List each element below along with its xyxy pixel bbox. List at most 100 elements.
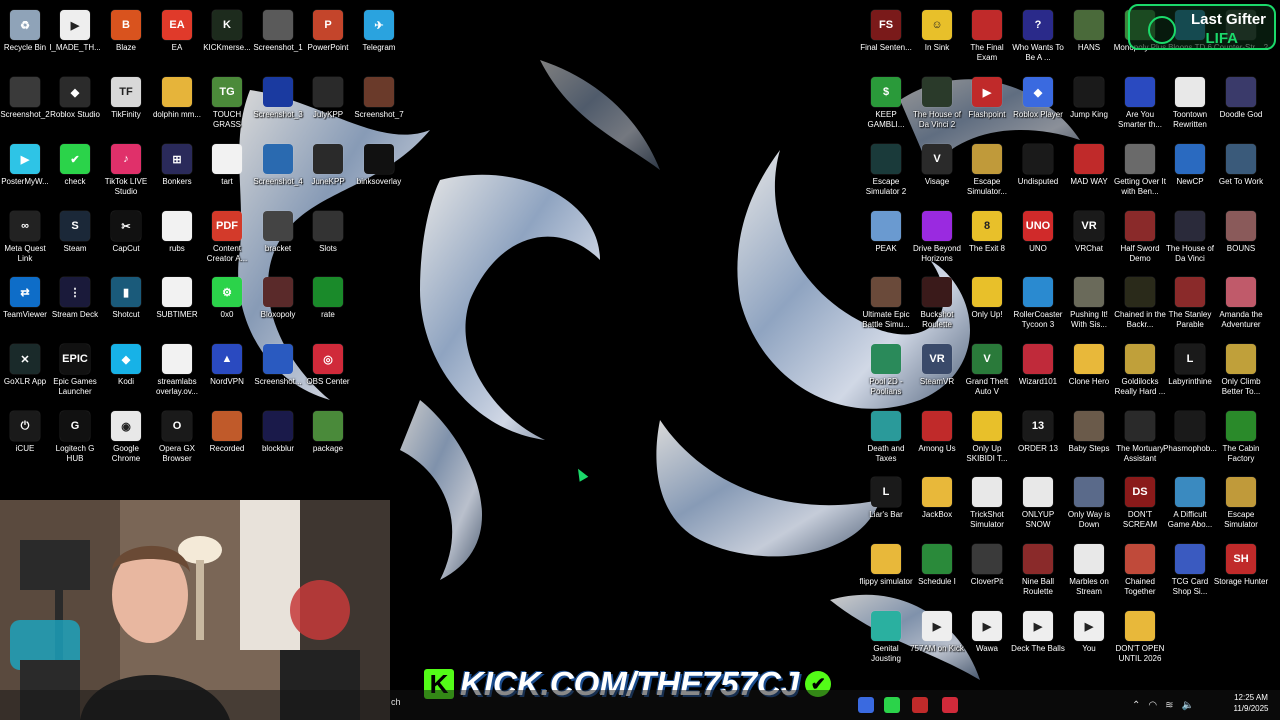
desktop-icon[interactable]: Buckshot Roulette [911,272,963,334]
desktop-icon[interactable]: The Cabin Factory [1215,406,1267,468]
desktop-icon[interactable]: RollerCoaster Tycoon 3 [1012,272,1064,334]
wifi-icon[interactable]: ≋ [1165,700,1173,711]
desktop-icon[interactable]: ♪ TikTok LIVE Studio [100,139,152,201]
desktop-icon[interactable]: Slots [302,206,354,268]
desktop-icon[interactable]: UNO UNO [1012,206,1064,268]
desktop-icon[interactable]: Marbles on Stream [1063,539,1115,601]
desktop-icon[interactable]: TrickShot Simulator [961,472,1013,534]
desktop-icon[interactable]: binksoverlay [353,139,405,201]
desktop-icon[interactable]: Recorded [201,406,253,468]
desktop-icon[interactable]: ◆ Kodi [100,339,152,401]
desktop-icon[interactable]: ◆ Roblox Player [1012,72,1064,134]
desktop-icon[interactable]: SUBTIMER [151,272,203,334]
desktop-icon[interactable]: ? Who Wants To Be A ... [1012,5,1064,67]
desktop-icon[interactable]: Only Up! [961,272,1013,334]
taskbar-app-icon[interactable] [912,697,928,713]
desktop-icon[interactable]: Baby Steps [1063,406,1115,468]
desktop-icon[interactable]: CloverPit [961,539,1013,601]
desktop-icon[interactable]: V Visage [911,139,963,201]
desktop-icon[interactable]: dolphin mm... [151,72,203,134]
desktop-icon[interactable]: Jump King [1063,72,1115,134]
taskbar-clock[interactable]: 12:25 AM 11/9/2025 [1226,692,1276,714]
desktop-icon[interactable]: JackBox [911,472,963,534]
desktop-icon[interactable]: SH Storage Hunter [1214,539,1268,601]
desktop-icon[interactable]: JulyKPP [302,72,354,134]
desktop-icon[interactable]: Only Way is Down [1063,472,1115,534]
desktop-icon[interactable]: $ KEEP GAMBLI... [860,72,912,134]
desktop-icon[interactable]: Getting Over It with Ben... [1114,139,1166,201]
desktop-icon[interactable]: ✈ Telegram [353,5,405,67]
desktop-icon[interactable]: Wizard101 [1012,339,1064,401]
desktop-icon[interactable]: EA EA [151,5,203,67]
desktop-icon[interactable]: Doodle God [1215,72,1267,134]
desktop-icon[interactable]: rate [302,272,354,334]
desktop-icon[interactable]: ⋮ Stream Deck [49,272,101,334]
desktop-icon[interactable]: Pool 2D - Poolians [860,339,912,401]
desktop-icon[interactable]: Screenshot_3 [252,72,304,134]
desktop-icon[interactable]: Bloxopoly [252,272,304,334]
taskbar-search-box[interactable]: ch [391,697,401,707]
taskbar-obs-icon[interactable] [942,697,958,713]
desktop-icon[interactable]: Screenshot... [252,339,304,401]
desktop-icon[interactable]: DS DON'T SCREAM [1114,472,1166,534]
desktop-icon[interactable]: 13 ORDER 13 [1012,406,1064,468]
desktop-icon[interactable]: Goldilocks Really Hard ... [1114,339,1166,401]
desktop-icon[interactable]: TG TOUCH GRASS [201,72,253,134]
desktop-icon[interactable]: L Liar's Bar [860,472,912,534]
desktop-icon[interactable]: P PowerPoint [302,5,354,67]
desktop-icon[interactable]: A Difficult Game Abo... [1164,472,1216,534]
desktop-icon[interactable]: B Blaze [100,5,152,67]
desktop-icon[interactable]: ▶ You [1063,606,1115,668]
desktop-icon[interactable]: Get To Work [1215,139,1267,201]
desktop-icon[interactable]: ▶ PosterMyW... [0,139,51,201]
desktop-icon[interactable]: S Steam [49,206,101,268]
desktop-icon[interactable]: ✂ CapCut [100,206,152,268]
desktop-icon[interactable]: Toontown Rewritten [1164,72,1216,134]
desktop-icon[interactable]: EPIC Epic Games Launcher [49,339,101,401]
desktop-icon[interactable]: PDF Content Creator A... [201,206,253,268]
desktop-icon[interactable]: package [302,406,354,468]
desktop-icon[interactable]: 8 The Exit 8 [961,206,1013,268]
desktop-icon[interactable]: Genital Jousting [860,606,912,668]
desktop-icon[interactable]: ⊞ Bonkers [151,139,203,201]
desktop-icon[interactable]: Screenshot_1 [252,5,304,67]
desktop-icon[interactable]: ◉ Google Chrome [100,406,152,468]
desktop-icon[interactable]: Escape Simulator [1215,472,1267,534]
desktop-icon[interactable]: ☺ In Sink [911,5,963,67]
desktop-icon[interactable]: ▶ 757AM on Kick [910,606,964,668]
desktop-icon[interactable]: Death and Taxes [860,406,912,468]
desktop-icon[interactable]: Phasmophob... [1163,406,1217,468]
desktop-icon[interactable]: ♻ Recycle Bin [0,5,51,67]
desktop-icon[interactable]: BOUNS [1215,206,1267,268]
desktop-icon[interactable]: ✕ GoXLR App [0,339,51,401]
desktop-icon[interactable]: Chained Together [1114,539,1166,601]
desktop-icon[interactable]: The Mortuary Assistant [1114,406,1166,468]
desktop-icon[interactable]: MAD WAY [1063,139,1115,201]
desktop-icon[interactable]: Pushing It! With Sis... [1063,272,1115,334]
volume-icon[interactable]: 🔈 [1182,700,1194,711]
desktop-icon[interactable]: The House of Da Vinci 2 [911,72,963,134]
desktop-icon[interactable]: ▲ NordVPN [201,339,253,401]
desktop-icon[interactable]: ▶ Wawa [961,606,1013,668]
desktop-icon[interactable]: TCG Card Shop Si... [1164,539,1216,601]
desktop-icon[interactable]: K KICKmerse... [201,5,253,67]
desktop-icon[interactable]: rubs [151,206,203,268]
taskbar-app-icon[interactable] [884,697,900,713]
desktop-icon[interactable]: G Logitech G HUB [49,406,101,468]
desktop-icon[interactable]: Escape Simulator 2 [860,139,912,201]
desktop-icon[interactable]: Are You Smarter th... [1114,72,1166,134]
desktop-icon[interactable]: The House of Da Vinci [1164,206,1216,268]
desktop-icon[interactable]: O Opera GX Browser [151,406,203,468]
desktop-icon[interactable]: Drive Beyond Horizons [911,206,963,268]
desktop-icon[interactable]: NewCP [1164,139,1216,201]
desktop-icon[interactable]: The Final Exam [961,5,1013,67]
desktop-icon[interactable]: ⚙ 0x0 [201,272,253,334]
desktop-icon[interactable]: Amanda the Adventurer [1215,272,1267,334]
desktop-icon[interactable]: bracket [252,206,304,268]
desktop-icon[interactable]: Clone Hero [1063,339,1115,401]
desktop-icon[interactable]: Only Up SKIBIDI T... [961,406,1013,468]
desktop-icon[interactable]: VR SteamVR [911,339,963,401]
desktop-icon[interactable]: L Labyrinthine [1164,339,1216,401]
desktop-icon[interactable]: ✔ check [49,139,101,201]
taskbar-app-icon[interactable] [858,697,874,713]
